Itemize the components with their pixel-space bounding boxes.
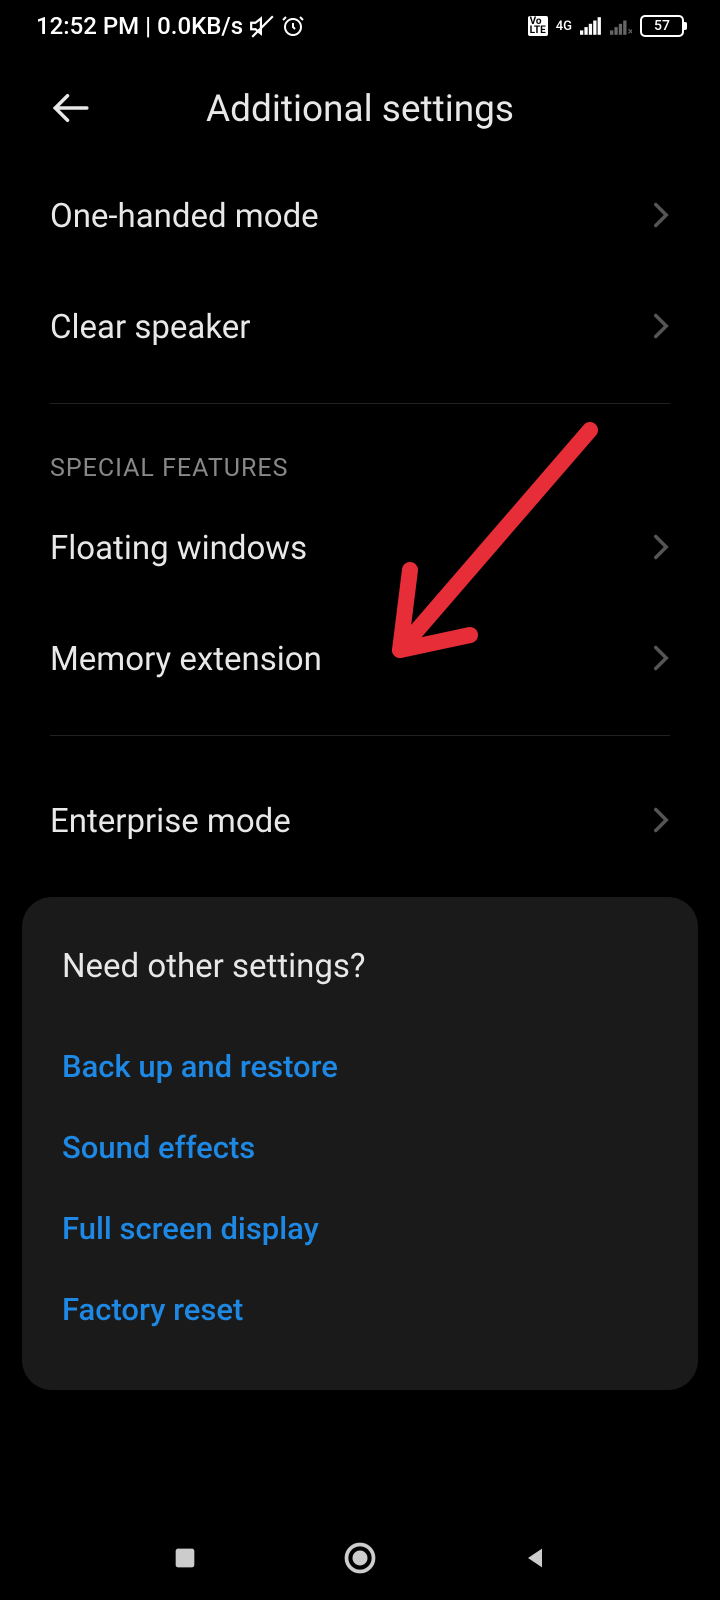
setting-clear-speaker[interactable]: Clear speaker xyxy=(50,272,670,383)
other-settings-card: Need other settings? Back up and restore… xyxy=(22,897,698,1390)
settings-list: One-handed mode Clear speaker SPECIAL FE… xyxy=(0,161,720,877)
status-left: 12:52 PM | 0.0KB/s xyxy=(36,12,305,40)
home-button[interactable] xyxy=(342,1540,378,1580)
back-nav-button[interactable] xyxy=(521,1544,549,1576)
status-right: VoLTE 4G × 57 xyxy=(528,15,684,37)
setting-label: Floating windows xyxy=(50,529,307,568)
navigation-bar xyxy=(0,1540,720,1580)
back-button[interactable] xyxy=(50,87,92,133)
setting-one-handed-mode[interactable]: One-handed mode xyxy=(50,161,670,272)
link-factory-reset[interactable]: Factory reset xyxy=(62,1269,658,1350)
page-title: Additional settings xyxy=(50,88,670,131)
chevron-right-icon xyxy=(652,533,670,565)
setting-label: Enterprise mode xyxy=(50,802,291,841)
signal-icon-1 xyxy=(580,17,602,35)
divider xyxy=(50,403,670,404)
chevron-right-icon xyxy=(652,201,670,233)
svg-text:×: × xyxy=(628,25,632,35)
alarm-icon xyxy=(281,14,305,38)
chevron-right-icon xyxy=(652,806,670,838)
network-type: 4G xyxy=(556,19,572,34)
status-bar: 12:52 PM | 0.0KB/s VoLTE 4G xyxy=(0,0,720,48)
signal-icon-2: × xyxy=(610,17,632,35)
setting-label: Clear speaker xyxy=(50,308,250,347)
section-special-features: SPECIAL FEATURES xyxy=(50,434,670,493)
recents-button[interactable] xyxy=(171,1544,199,1576)
status-separator: | xyxy=(145,12,151,40)
battery-percent: 57 xyxy=(654,18,670,34)
battery-icon: 57 xyxy=(640,15,684,37)
setting-enterprise-mode[interactable]: Enterprise mode xyxy=(50,766,670,877)
setting-floating-windows[interactable]: Floating windows xyxy=(50,493,670,604)
setting-label: Memory extension xyxy=(50,640,322,679)
divider xyxy=(50,735,670,736)
setting-memory-extension[interactable]: Memory extension xyxy=(50,604,670,715)
link-backup-restore[interactable]: Back up and restore xyxy=(62,1026,658,1107)
volte-icon: VoLTE xyxy=(528,16,548,36)
link-full-screen-display[interactable]: Full screen display xyxy=(62,1188,658,1269)
status-network-speed: 0.0KB/s xyxy=(157,12,243,40)
card-title: Need other settings? xyxy=(62,947,658,986)
mute-icon xyxy=(249,13,275,39)
setting-label: One-handed mode xyxy=(50,197,319,236)
chevron-right-icon xyxy=(652,644,670,676)
page-header: Additional settings xyxy=(0,48,720,161)
link-sound-effects[interactable]: Sound effects xyxy=(62,1107,658,1188)
chevron-right-icon xyxy=(652,312,670,344)
status-time: 12:52 PM xyxy=(36,12,139,40)
